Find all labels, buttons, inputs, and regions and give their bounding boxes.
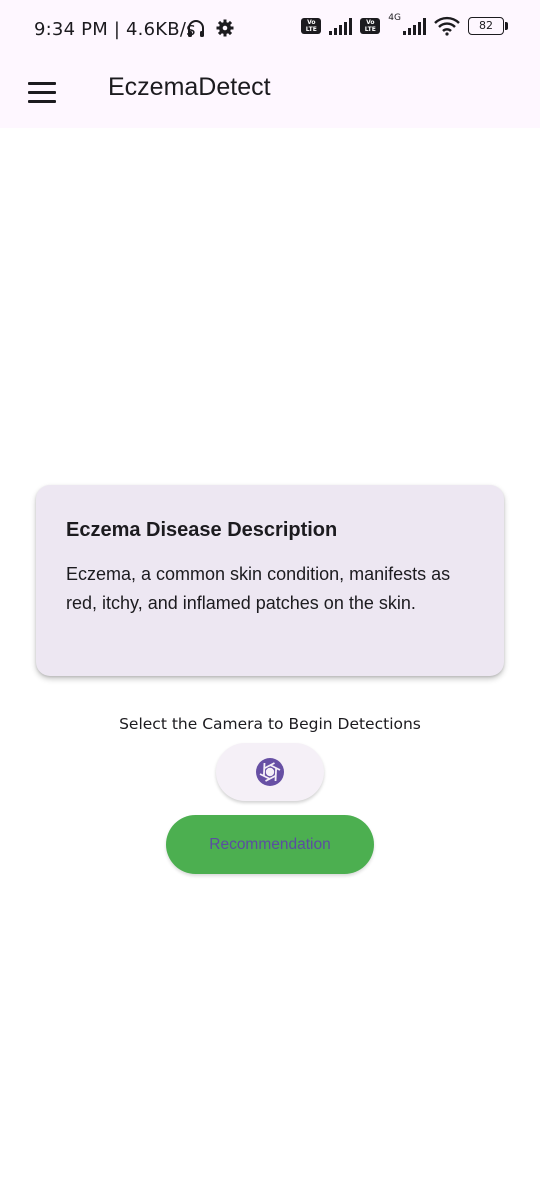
camera-button[interactable]	[216, 743, 324, 801]
status-bar: 9:34 PM | 4.6KB/s Vo LTE Vo LTE 4G 82	[0, 0, 540, 60]
status-left-icons	[186, 18, 234, 38]
settings-icon	[216, 19, 234, 37]
hamburger-menu-icon[interactable]	[22, 72, 62, 112]
headphones-icon	[188, 20, 204, 37]
status-right-icons: Vo LTE Vo LTE 4G 82	[301, 13, 508, 36]
description-card: Eczema Disease Description Eczema, a com…	[36, 485, 504, 676]
app-bar: EczemaDetect	[0, 60, 540, 128]
wifi-icon	[434, 16, 460, 36]
card-title: Eczema Disease Description	[66, 519, 338, 541]
recommendation-button[interactable]: Recommendation	[166, 815, 374, 874]
camera-shutter-icon	[256, 758, 284, 786]
battery-icon: 82	[468, 17, 508, 35]
card-body: Eczema, a common skin condition, manifes…	[66, 564, 451, 613]
camera-prompt: Select the Camera to Begin Detections	[119, 715, 421, 733]
volte-badge-1: Vo LTE	[301, 18, 322, 34]
volte-badge-2: Vo LTE	[360, 18, 381, 34]
signal-icon	[329, 17, 353, 35]
network-type: 4G	[388, 13, 401, 23]
status-time: 9:34 PM | 4.6KB/s	[34, 19, 196, 40]
signal-icon-2	[403, 17, 426, 35]
app-title: EczemaDetect	[108, 73, 271, 101]
